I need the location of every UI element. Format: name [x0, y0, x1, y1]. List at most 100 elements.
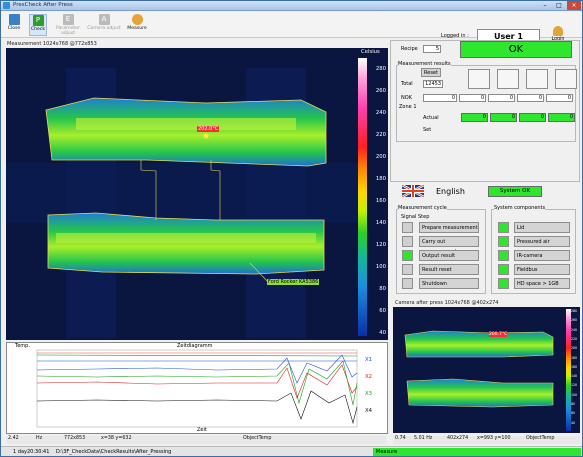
step-button[interactable]: Prepare measurement: [419, 222, 479, 233]
step-button[interactable]: Result reset: [419, 264, 479, 275]
measure-label: Measure: [127, 26, 147, 31]
nok-value: 0: [546, 94, 573, 102]
title-bar: PresCheck After Press – □ ×: [1, 1, 582, 11]
toolbar: Close P Check E Parameter adjust A Camer…: [1, 12, 582, 44]
measure-button[interactable]: Measure: [125, 14, 149, 36]
close-window-icon[interactable]: ×: [567, 1, 581, 10]
system-components-label: System components: [494, 205, 546, 211]
set-label: Set: [423, 127, 432, 133]
step-label: Step: [418, 214, 430, 220]
component-label: Lid: [514, 222, 570, 233]
colorbar-tick: 80: [379, 286, 386, 292]
close-icon: [8, 14, 20, 25]
trend-plot: [36, 349, 358, 428]
step-button[interactable]: Carry out measurement: [419, 236, 479, 255]
component-label: Pressured air: [514, 236, 570, 247]
language-label[interactable]: English: [436, 187, 465, 196]
small-colorbar-tick: 60: [571, 411, 576, 416]
main-thermal-image: 202.0°C Ford Rocker KA5386: [6, 48, 358, 340]
zone-indicator: [526, 69, 548, 89]
colorbar-gradient: [358, 58, 367, 336]
small-status-mode: ObjectTemp: [526, 436, 555, 441]
part-label: Ford Rocker KA5386: [267, 279, 320, 285]
actual-value: 0: [490, 113, 517, 122]
small-thermal-image: 200.7°C: [393, 307, 566, 433]
small-colorbar-tick: 200: [571, 346, 578, 351]
step-button[interactable]: Output result: [419, 250, 479, 261]
flag-uk-icon[interactable]: [402, 185, 424, 197]
recipe-field[interactable]: 5: [423, 45, 441, 53]
step-button[interactable]: Shutdown: [419, 278, 479, 289]
component-status-indicator: [498, 278, 509, 289]
main-status-bar: 2.42 Hz 772x853 x=38 y=632 ObjectTemp: [6, 436, 386, 444]
small-colorbar-tick: 180: [571, 355, 578, 360]
small-colorbar: 280 260 240 220 200 180 160 140 120 100 80 60 40: [566, 307, 580, 433]
small-lower-outline: [406, 378, 554, 408]
colorbar-tick: 280: [375, 66, 386, 72]
colorbar-tick: 260: [375, 88, 386, 94]
small-colorbar-tick: 140: [571, 374, 578, 379]
colorbar-tick: 120: [375, 242, 386, 248]
zone-indicator: [497, 69, 519, 89]
step-signal-indicator: [402, 278, 413, 289]
measurement-cycle-label: Measurement cycle: [398, 205, 447, 211]
actual-value-text: 0: [540, 114, 544, 120]
lower-part-outline: [47, 212, 325, 275]
colorbar-tick: 140: [375, 220, 386, 226]
camera-icon: A: [98, 14, 110, 25]
hotspot-label: 202.0°C: [197, 126, 220, 132]
component-label: IR-camera: [514, 250, 570, 261]
logged-in-label: Logged in :: [441, 33, 469, 39]
main-colorbar: Celsius 280 260 240 220 200 180 160 140 120 100 80…: [358, 48, 388, 340]
component-status-indicator: [498, 250, 509, 261]
trend-chart: Zeitdiagramm Temp. Zeit X1 X2 X3 X4: [6, 342, 388, 434]
component-status-indicator: [498, 236, 509, 247]
nok-label: NOK: [401, 95, 412, 101]
actual-value-text: 0: [569, 114, 573, 120]
small-status-resolution: 402x274: [447, 436, 469, 441]
component-status-indicator: [498, 222, 509, 233]
window-title: PresCheck After Press: [13, 2, 73, 8]
small-colorbar-tick: 120: [571, 383, 578, 388]
component-label: HD space > 1GB: [514, 278, 570, 289]
component-label: Fieldbus: [514, 264, 570, 275]
trend-legend-item: X3: [365, 391, 372, 397]
small-colorbar-tick: 160: [571, 364, 578, 369]
total-field: 12453: [423, 80, 443, 88]
parameter-adjust-label: Parameter adjust: [56, 26, 80, 36]
small-colorbar-tick: 100: [571, 392, 578, 397]
thermal-scene: [6, 48, 358, 340]
camera-adjust-button[interactable]: A Camera adjust: [87, 14, 121, 36]
colorbar-tick: 220: [375, 132, 386, 138]
small-colorbar-tick: 240: [571, 327, 578, 332]
trend-legend-item: X1: [365, 357, 372, 363]
component-status-indicator: [498, 264, 509, 275]
small-colorbar-tick: 40: [571, 420, 576, 425]
check-button[interactable]: P Check: [29, 14, 47, 36]
total-label: Total: [401, 81, 413, 87]
small-hotspot-label: 200.7°C: [489, 332, 508, 337]
nok-value: 0: [517, 94, 544, 102]
actual-value: 0: [519, 113, 546, 122]
maximize-icon[interactable]: □: [552, 1, 566, 10]
actual-label: Actual: [423, 115, 439, 121]
check-icon: P: [32, 15, 44, 26]
nok-value: 0: [459, 94, 486, 102]
system-status-indicator: System OK: [488, 186, 542, 197]
main-status-unit: Hz: [36, 436, 43, 441]
camera-adjust-label: Camera adjust: [87, 26, 121, 31]
reset-button[interactable]: Reset: [421, 68, 441, 77]
colorbar-tick: 100: [375, 264, 386, 270]
minimize-icon[interactable]: –: [538, 1, 552, 10]
app-window: PresCheck After Press – □ × Close P Chec…: [0, 0, 583, 457]
step-signal-indicator: [402, 222, 413, 233]
signal-label: Signal: [401, 214, 417, 220]
colorbar-tick: 180: [375, 176, 386, 182]
actual-value-text: 0: [511, 114, 515, 120]
parameter-adjust-button[interactable]: E Parameter adjust: [51, 14, 85, 36]
flag-uk-graphic: [402, 185, 424, 197]
zone-indicator: [555, 69, 577, 89]
small-view-title: Camera after press 1024x768 @402x274: [395, 300, 499, 306]
step-signal-indicator: [402, 250, 413, 261]
close-button[interactable]: Close: [5, 14, 23, 36]
